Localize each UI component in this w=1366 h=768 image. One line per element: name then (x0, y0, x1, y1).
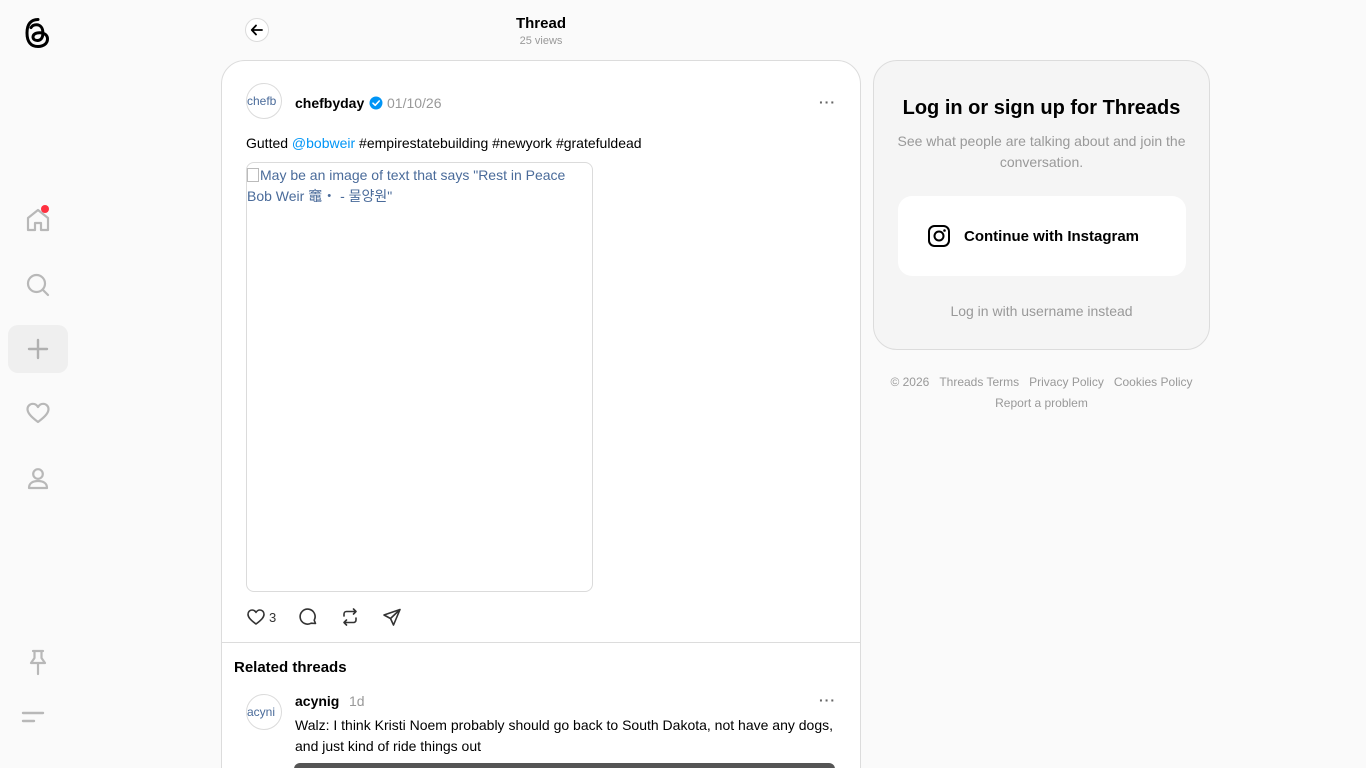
related-media[interactable] (294, 763, 835, 768)
login-title: Log in or sign up for Threads (902, 97, 1181, 119)
heart-icon (26, 402, 50, 424)
thread-header: Thread 25 views (222, 0, 860, 60)
view-count: 25 views (519, 35, 563, 47)
nav-home[interactable] (8, 196, 68, 244)
reply-button[interactable] (298, 607, 318, 627)
nav-create[interactable] (8, 325, 68, 373)
continue-with-instagram-button[interactable]: Continue with Instagram (898, 196, 1186, 276)
nav-search[interactable] (8, 261, 68, 309)
page-title: Thread (515, 15, 566, 32)
copyright: © 2026 (890, 375, 930, 389)
share-button[interactable] (382, 607, 402, 627)
post-text-prefix: Gutted (246, 135, 292, 151)
login-panel: Log in or sign up for Threads See what p… (873, 60, 1210, 350)
footer-link-cookies[interactable]: Cookies Policy (1114, 375, 1193, 389)
related-text: Walz: I think Kristi Noem probably shoul… (295, 717, 833, 754)
mention-link[interactable]: @bobweir (292, 135, 355, 151)
post-username[interactable]: chefbyday (295, 95, 364, 111)
post-more-button[interactable]: ··· (819, 94, 836, 110)
repost-button[interactable] (340, 607, 360, 627)
heart-icon (247, 609, 265, 625)
login-subtitle: See what people are talking about and jo… (897, 133, 1186, 170)
footer: © 2026 Threads Terms Privacy Policy Cookies… (885, 372, 1198, 414)
send-icon (383, 608, 402, 626)
divider (222, 642, 860, 643)
related-threads-heading: Related threads (234, 659, 347, 676)
nav-profile[interactable] (8, 454, 68, 502)
notification-dot (41, 205, 49, 213)
post-actions: 3 (246, 606, 424, 628)
footer-link-terms[interactable]: Threads Terms (939, 375, 1019, 389)
related-more-button[interactable]: ··· (819, 692, 836, 708)
repost-icon (343, 608, 358, 626)
footer-link-report[interactable]: Report a problem (995, 396, 1088, 410)
nav-activity[interactable] (8, 389, 68, 437)
related-avatar[interactable]: acyni (246, 694, 282, 730)
related-timestamp[interactable]: 1d (349, 693, 365, 709)
footer-link-privacy[interactable]: Privacy Policy (1029, 375, 1104, 389)
menu-icon (21, 711, 45, 723)
post-image[interactable]: May be an image of text that says "Rest … (246, 162, 593, 592)
post-avatar[interactable]: chefb (246, 83, 282, 119)
image-alt-text: May be an image of text that says "Rest … (247, 167, 566, 204)
username-login-link[interactable]: Log in with username instead (874, 303, 1209, 319)
nav-pinned[interactable] (8, 638, 68, 686)
comment-icon (299, 608, 317, 625)
instagram-button-label: Continue with Instagram (964, 227, 1140, 245)
sidebar (0, 0, 76, 768)
nav-more[interactable] (8, 693, 68, 741)
user-icon (27, 468, 49, 490)
plus-icon (27, 338, 49, 360)
pin-icon (29, 649, 47, 676)
like-button[interactable]: 3 (246, 607, 276, 627)
search-icon (26, 273, 50, 297)
hashtags[interactable]: #empirestatebuilding #newyork #gratefuld… (355, 135, 642, 151)
verified-badge-icon (369, 96, 383, 110)
thread-card: chefb chefbyday 01/10/26 ··· Gutted @bob… (221, 60, 861, 768)
related-username[interactable]: acynig (295, 693, 339, 709)
broken-image-icon (247, 168, 259, 182)
like-count: 3 (269, 609, 277, 625)
instagram-icon (928, 225, 950, 247)
threads-logo-icon[interactable] (22, 16, 54, 50)
post-text: Gutted @bobweir #empirestatebuilding #ne… (246, 133, 642, 154)
post-timestamp[interactable]: 01/10/26 (387, 95, 442, 111)
